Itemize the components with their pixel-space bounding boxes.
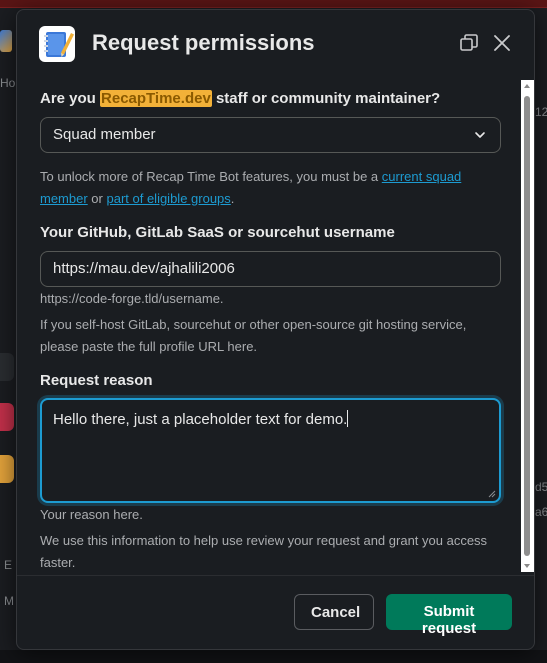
username-label: Your GitHub, GitLab SaaS or sourcehut us… (40, 224, 395, 241)
modal-title: Request permissions (92, 30, 315, 55)
resize-handle-icon[interactable] (488, 490, 496, 498)
username-input-value: https://mau.dev/ajhalili2006 (53, 260, 235, 277)
role-hint: To unlock more of Recap Time Bot feature… (40, 166, 480, 210)
background-text: d5 (535, 480, 547, 494)
role-select-value: Squad member (53, 126, 156, 143)
submit-request-button[interactable]: Submit request (386, 594, 512, 637)
scroll-up-arrow-icon[interactable] (524, 84, 530, 88)
notebook-pencil-icon (39, 26, 75, 62)
role-select[interactable]: Squad member (40, 117, 501, 153)
modal-scrollbar[interactable] (521, 80, 534, 572)
background-text: M (4, 594, 14, 608)
reason-help: We use this information to help use revi… (40, 533, 488, 570)
reason-hint: Your reason here. (40, 507, 143, 522)
request-permissions-modal: Request permissions Are you RecapTime.de… (16, 9, 535, 650)
role-hint-text: To unlock more of Recap Time Bot feature… (40, 169, 382, 184)
cancel-button[interactable]: Cancel (294, 594, 374, 630)
modal-footer: Cancel Submit request (17, 575, 534, 649)
background-text: 12 (535, 105, 547, 119)
reason-textarea-value: Hello there, just a placeholder text for… (53, 411, 348, 428)
background-app-icon (0, 30, 12, 52)
modal-body[interactable]: Are you RecapTime.dev staff or community… (17, 76, 534, 575)
background-avatar (0, 353, 14, 381)
role-hint-text: . (230, 191, 235, 206)
background-left-pane: Ho E M (0, 8, 16, 663)
role-label: Are you RecapTime.dev staff or community… (40, 90, 440, 107)
scroll-thumb[interactable] (524, 96, 530, 556)
username-input[interactable]: https://mau.dev/ajhalili2006 (40, 251, 501, 287)
background-text: a6 (535, 505, 547, 519)
background-right-pane: 12 d5 a6 (535, 8, 547, 663)
username-hint: https://code-forge.tld/username. (40, 291, 224, 306)
reason-label: Request reason (40, 372, 153, 389)
scroll-down-arrow-icon[interactable] (524, 564, 530, 568)
modal-header: Request permissions (17, 10, 534, 76)
org-name-highlight: RecapTime.dev (100, 90, 212, 107)
role-label-suffix: staff or community maintainer? (211, 90, 441, 107)
chevron-down-icon (475, 132, 485, 138)
app-top-bar (0, 0, 547, 8)
username-help: If you self-host GitLab, sourcehut or ot… (40, 317, 467, 354)
text-caret (347, 410, 349, 427)
close-icon[interactable] (491, 32, 513, 54)
eligible-groups-link[interactable]: part of eligible groups (106, 191, 230, 206)
background-avatar (0, 455, 14, 483)
background-text: Ho (0, 76, 16, 90)
role-hint-text: or (87, 191, 107, 206)
background-text: E (4, 558, 13, 572)
role-label-prefix: Are you (40, 90, 101, 107)
expand-window-icon[interactable] (458, 32, 480, 54)
background-bottom-bar (0, 650, 547, 663)
background-avatar (0, 403, 14, 431)
reason-textarea[interactable]: Hello there, just a placeholder text for… (40, 398, 501, 503)
